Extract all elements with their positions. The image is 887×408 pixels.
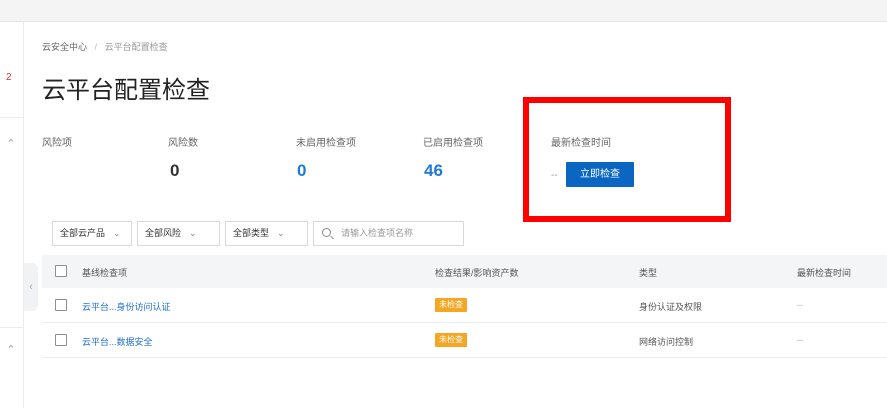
- rail-divider: [0, 117, 24, 118]
- check-now-button[interactable]: 立即检查: [566, 162, 634, 187]
- chevron-down-icon: ⌄: [113, 228, 121, 238]
- stat-label-risk-items: 风险项: [42, 138, 72, 149]
- stat-value-enabled-checks[interactable]: 46: [424, 161, 443, 181]
- breadcrumb-current: 云平台配置检查: [104, 42, 168, 52]
- chevron-up-icon[interactable]: ⌃: [5, 138, 17, 150]
- last-check-label: 最新检查时间: [551, 138, 611, 149]
- row-checkbox[interactable]: [55, 334, 67, 346]
- stat-label-risk-count: 风险数: [168, 138, 198, 149]
- header-check-result: 检查结果/影响资产数: [435, 268, 519, 278]
- header-last-check-time: 最新检查时间: [797, 268, 852, 278]
- stat-label-disabled-checks: 未启用检查项: [296, 138, 356, 149]
- product-filter-label: 全部云产品: [60, 228, 106, 238]
- type-filter-select[interactable]: 全部类型 ⌄: [225, 221, 308, 246]
- select-all-checkbox[interactable]: [55, 265, 67, 277]
- collapse-sidebar-button[interactable]: ‹: [24, 263, 38, 311]
- row-checkbox[interactable]: [55, 299, 67, 311]
- table-row: 云平台...身份访问认证 未检查 身份认证及权限 --: [42, 288, 887, 323]
- breadcrumb-root[interactable]: 云安全中心: [42, 42, 87, 52]
- stat-value-disabled-checks[interactable]: 0: [297, 161, 306, 181]
- rail-divider: [0, 327, 24, 328]
- table-header: 基线检查项 检查结果/影响资产数 类型 最新检查时间: [42, 255, 887, 288]
- stat-value-risk-count: 0: [170, 161, 180, 180]
- left-rail: 2 ⌃ ⌃: [0, 22, 24, 408]
- search-placeholder: 请输入检查项名称: [341, 228, 414, 238]
- header-check-item: 基线检查项: [82, 268, 128, 278]
- search-icon: [322, 228, 331, 237]
- check-item-link[interactable]: 云平台...身份访问认证: [82, 300, 171, 313]
- table-row: 云平台...数据安全 未检查 网络访问控制 --: [42, 323, 887, 358]
- header-type: 类型: [639, 268, 658, 278]
- rail-badge: 2: [6, 72, 12, 83]
- type-filter-label: 全部类型: [233, 228, 270, 238]
- breadcrumb: 云安全中心 / 云平台配置检查: [42, 40, 168, 53]
- check-time: --: [797, 300, 803, 310]
- last-check-value: --: [551, 170, 558, 181]
- risk-filter-select[interactable]: 全部风险 ⌄: [137, 221, 220, 246]
- status-badge: 未检查: [435, 333, 467, 347]
- check-type: 网络访问控制: [639, 337, 694, 347]
- breadcrumb-separator: /: [94, 42, 98, 52]
- check-item-search-input[interactable]: 请输入检查项名称: [313, 221, 464, 246]
- check-type: 身份认证及权限: [639, 302, 703, 312]
- top-bar: [0, 0, 887, 22]
- product-filter-select[interactable]: 全部云产品 ⌄: [52, 221, 132, 246]
- risk-filter-label: 全部风险: [145, 228, 182, 238]
- page-title: 云平台配置检查: [42, 77, 210, 104]
- check-item-link[interactable]: 云平台...数据安全: [82, 335, 153, 348]
- chevron-up-icon[interactable]: ⌃: [5, 344, 17, 356]
- chevron-down-icon: ⌄: [189, 228, 197, 238]
- chevron-down-icon: ⌄: [277, 228, 285, 238]
- highlight-annotation-box: [523, 97, 731, 222]
- stat-label-enabled-checks: 已启用检查项: [423, 138, 483, 149]
- status-badge: 未检查: [435, 298, 467, 312]
- check-time: --: [797, 335, 803, 345]
